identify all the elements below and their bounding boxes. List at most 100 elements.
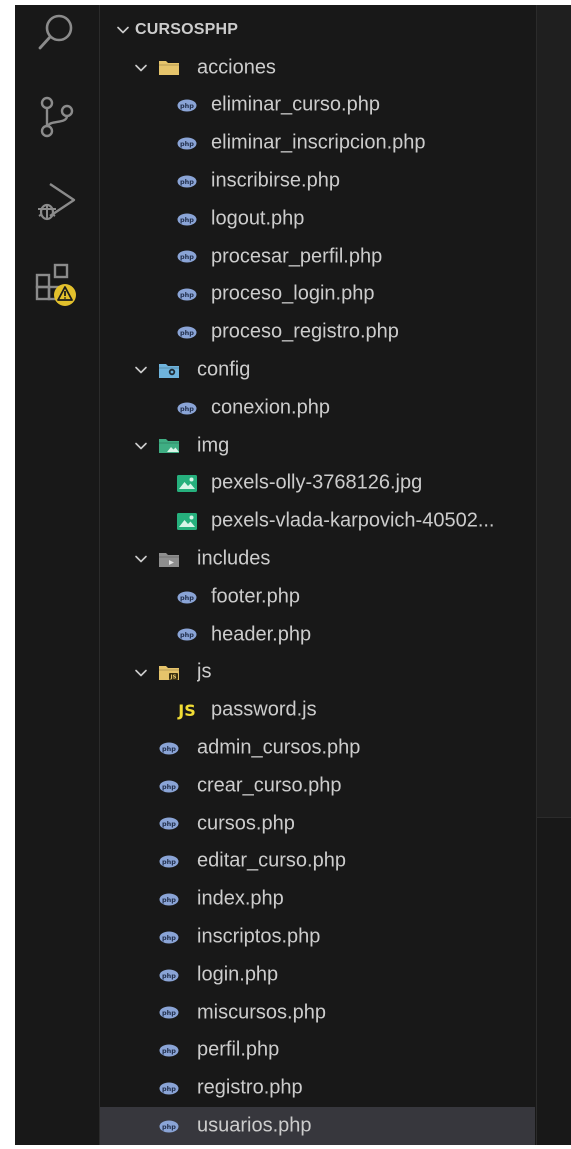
explorer-root-label: CURSOSPHP — [135, 20, 239, 38]
file-label: admin_cursos.php — [197, 736, 361, 759]
svg-text:php: php — [180, 102, 194, 110]
file-item[interactable]: php logout.php — [100, 200, 535, 238]
svg-text:php: php — [162, 1047, 176, 1055]
php-file-icon: php — [176, 587, 198, 607]
chevron-down-icon[interactable] — [132, 550, 150, 568]
chevron-down-icon[interactable] — [132, 361, 150, 379]
chevron-down-icon[interactable] — [114, 21, 132, 39]
file-label: miscursos.php — [197, 1001, 326, 1024]
php-file-icon: php — [158, 1041, 180, 1061]
explorer-root[interactable]: CURSOSPHP — [100, 11, 535, 49]
file-label: inscriptos.php — [197, 925, 321, 948]
php-file-icon: php — [158, 814, 180, 834]
file-item[interactable]: php header.php — [100, 616, 535, 654]
file-item[interactable]: php procesar_perfil.php — [100, 238, 535, 276]
file-label: footer.php — [211, 585, 300, 608]
php-file-icon: php — [158, 965, 180, 985]
js-file-icon: JS — [176, 700, 198, 720]
folder-item-includes[interactable]: includes — [100, 540, 535, 578]
file-label: perfil.php — [197, 1038, 280, 1061]
file-item[interactable]: php footer.php — [100, 578, 535, 616]
svg-text:php: php — [180, 216, 194, 224]
folder-item-config[interactable]: config — [100, 351, 535, 389]
file-item[interactable]: JS password.js — [100, 691, 535, 729]
file-label: editar_curso.php — [197, 849, 346, 872]
php-file-icon: php — [158, 889, 180, 909]
file-item[interactable]: php inscriptos.php — [100, 918, 535, 956]
run-debug-icon[interactable] — [33, 177, 81, 225]
svg-text:php: php — [162, 1123, 176, 1131]
file-label: logout.php — [211, 207, 305, 230]
php-file-icon: php — [176, 171, 198, 191]
file-label: eliminar_curso.php — [211, 93, 380, 116]
php-file-icon: php — [176, 398, 198, 418]
svg-text:php: php — [180, 178, 194, 186]
source-control-icon[interactable] — [33, 93, 81, 141]
svg-text:php: php — [162, 820, 176, 828]
file-label: registro.php — [197, 1076, 303, 1099]
folder-images-green-icon — [158, 436, 180, 456]
folder-js-yellow-icon: JS — [158, 663, 180, 683]
file-label: index.php — [197, 887, 284, 910]
svg-text:php: php — [162, 745, 176, 753]
file-item[interactable]: php inscribirse.php — [100, 162, 535, 200]
file-item[interactable]: php index.php — [100, 880, 535, 918]
file-item[interactable]: php proceso_login.php — [100, 276, 535, 314]
php-file-icon: php — [158, 927, 180, 947]
file-label: usuarios.php — [197, 1114, 312, 1137]
file-item[interactable]: php editar_curso.php — [100, 843, 535, 881]
folder-includes-gray-icon — [158, 549, 180, 569]
file-label: login.php — [197, 963, 279, 986]
folder-label: img — [197, 434, 230, 457]
php-file-icon: php — [176, 96, 198, 116]
file-label: cursos.php — [197, 812, 295, 835]
file-item[interactable]: php login.php — [100, 956, 535, 994]
svg-text:php: php — [180, 329, 194, 337]
chevron-down-icon[interactable] — [132, 664, 150, 682]
php-file-icon: php — [158, 1116, 180, 1136]
file-item[interactable]: php perfil.php — [100, 1032, 535, 1070]
folder-item-js[interactable]: JS js — [100, 654, 535, 692]
chevron-down-icon[interactable] — [132, 437, 150, 455]
file-label: inscribirse.php — [211, 169, 340, 192]
svg-text:php: php — [180, 291, 194, 299]
file-item[interactable]: php eliminar_curso.php — [100, 87, 535, 125]
file-item[interactable]: php miscursos.php — [100, 994, 535, 1032]
file-item[interactable]: php eliminar_inscripcion.php — [100, 124, 535, 162]
file-item[interactable]: pexels-olly-3768126.jpg — [100, 465, 535, 503]
file-item[interactable]: php cursos.php — [100, 805, 535, 843]
search-icon[interactable] — [33, 9, 81, 57]
folder-item-img[interactable]: img — [100, 427, 535, 465]
file-label: pexels-vlada-karpovich-40502... — [211, 509, 495, 532]
php-file-icon: php — [158, 1078, 180, 1098]
file-item[interactable]: php registro.php — [100, 1069, 535, 1107]
chevron-down-icon[interactable] — [132, 59, 150, 77]
php-file-icon: php — [176, 133, 198, 153]
file-item[interactable]: php conexion.php — [100, 389, 535, 427]
php-file-icon: php — [176, 209, 198, 229]
php-file-icon: php — [158, 1003, 180, 1023]
folder-open-yellow-icon — [158, 58, 180, 78]
svg-text:php: php — [180, 405, 194, 413]
explorer-panel: CURSOSPHP acciones php eliminar_curso.php ph… — [100, 5, 535, 1145]
svg-text:php: php — [162, 1009, 176, 1017]
editor-area — [536, 5, 571, 1145]
file-item[interactable]: php admin_cursos.php — [100, 729, 535, 767]
file-item[interactable]: php usuarios.php — [100, 1107, 535, 1145]
file-label: procesar_perfil.php — [211, 245, 383, 268]
svg-text:php: php — [162, 972, 176, 980]
file-item[interactable]: php crear_curso.php — [100, 767, 535, 805]
vscode-window: CURSOSPHP acciones php eliminar_curso.php ph… — [15, 5, 571, 1145]
php-file-icon: php — [176, 625, 198, 645]
php-file-icon: php — [176, 285, 198, 305]
extensions-warning-icon[interactable] — [33, 261, 81, 309]
file-item[interactable]: php proceso_registro.php — [100, 313, 535, 351]
folder-label: acciones — [197, 56, 276, 79]
folder-item-acciones[interactable]: acciones — [100, 49, 535, 87]
php-file-icon: php — [176, 247, 198, 267]
svg-text:php: php — [162, 858, 176, 866]
file-item[interactable]: pexels-vlada-karpovich-40502... — [100, 502, 535, 540]
folder-label: config — [197, 358, 251, 381]
file-label: proceso_registro.php — [211, 320, 399, 343]
php-file-icon: php — [158, 776, 180, 796]
